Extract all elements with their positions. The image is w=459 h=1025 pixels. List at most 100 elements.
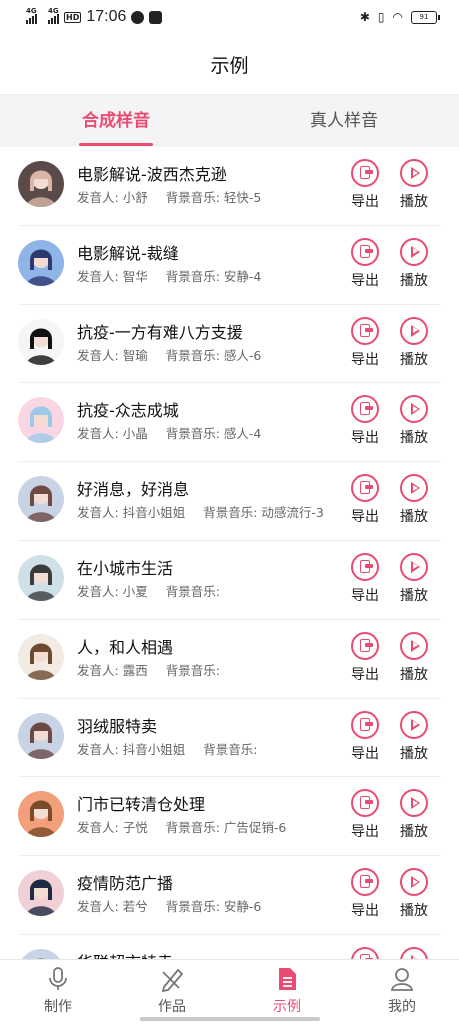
sample-list[interactable]: 电影解说-波西杰克逊 发音人: 小舒 背景音乐: 轻快-5 导出 播放 电影解说… xyxy=(0,147,459,959)
tab-real-samples[interactable]: 真人样音 xyxy=(292,95,396,147)
play-button[interactable]: 播放 xyxy=(392,474,436,526)
music-name: 感人-6 xyxy=(224,348,261,363)
play-label: 播放 xyxy=(392,191,436,211)
play-button[interactable]: 播放 xyxy=(392,947,436,959)
export-button[interactable]: 导出 xyxy=(343,474,387,526)
list-item[interactable]: 好消息，好消息 发音人: 抖音小姐姐 背景音乐: 动感流行-3 导出 播放 xyxy=(18,462,441,541)
play-button[interactable]: 播放 xyxy=(392,553,436,605)
music-label: 背景音乐: xyxy=(166,426,220,441)
item-title: 华联超市特卖 xyxy=(77,949,173,959)
export-label: 导出 xyxy=(343,270,387,290)
music-name: 安静-6 xyxy=(224,899,261,914)
play-button[interactable]: 播放 xyxy=(392,238,436,290)
list-item[interactable]: 华联超市特卖 发音人: 背景音乐: 导出 播放 xyxy=(18,935,441,959)
list-item[interactable]: 在小城市生活 发音人: 小夏 背景音乐: 导出 播放 xyxy=(18,541,441,620)
play-label: 播放 xyxy=(392,270,436,290)
play-button[interactable]: 播放 xyxy=(392,868,436,920)
play-button[interactable]: 播放 xyxy=(392,711,436,763)
export-label: 导出 xyxy=(343,427,387,447)
export-button[interactable]: 导出 xyxy=(343,711,387,763)
network-type-2: 4G xyxy=(48,7,59,15)
avatar xyxy=(18,397,64,443)
item-subtitle: 发音人: 抖音小姐姐 背景音乐: 动感流行-3 xyxy=(77,502,337,521)
play-icon xyxy=(400,947,428,959)
play-button[interactable]: 播放 xyxy=(392,632,436,684)
export-icon xyxy=(351,632,379,660)
avatar xyxy=(18,791,64,837)
item-title: 门市已转清仓处理 xyxy=(77,791,205,815)
nav-item-examples[interactable]: 示例 xyxy=(247,966,327,1016)
item-title: 人，和人相遇 xyxy=(77,634,173,658)
export-button[interactable]: 导出 xyxy=(343,395,387,447)
nav-label-examples: 示例 xyxy=(247,996,327,1016)
list-item[interactable]: 抗疫-众志成城 发音人: 小晶 背景音乐: 感人-4 导出 播放 xyxy=(18,383,441,462)
export-button[interactable]: 导出 xyxy=(343,789,387,841)
list-item[interactable]: 抗疫-一方有难八方支援 发音人: 智瑜 背景音乐: 感人-6 导出 播放 xyxy=(18,305,441,384)
item-title: 电影解说-裁缝 xyxy=(77,240,179,264)
speaker-label: 发音人: xyxy=(77,505,119,520)
play-button[interactable]: 播放 xyxy=(392,395,436,447)
item-title: 电影解说-波西杰克逊 xyxy=(77,161,227,185)
play-button[interactable]: 播放 xyxy=(392,789,436,841)
item-title: 好消息，好消息 xyxy=(77,476,189,500)
play-label: 播放 xyxy=(392,585,436,605)
user-profile-icon xyxy=(389,966,415,992)
item-subtitle: 发音人: 抖音小姐姐 背景音乐: xyxy=(77,739,337,758)
export-icon xyxy=(351,317,379,345)
play-label: 播放 xyxy=(392,900,436,920)
page-title: 示例 xyxy=(0,34,459,95)
avatar xyxy=(18,476,64,522)
play-icon xyxy=(400,553,428,581)
export-button[interactable]: 导出 xyxy=(343,317,387,369)
play-label: 播放 xyxy=(392,349,436,369)
bluetooth-icon: ✱ xyxy=(360,10,370,24)
nav-item-works[interactable]: 作品 xyxy=(132,966,212,1016)
play-icon xyxy=(400,789,428,817)
export-icon xyxy=(351,947,379,959)
signal-icon: 4G xyxy=(26,10,37,24)
speaker-label: 发音人: xyxy=(77,426,119,441)
nav-item-mine[interactable]: 我的 xyxy=(362,966,442,1016)
speaker-name: 抖音小姐姐 xyxy=(123,742,186,757)
export-button[interactable]: 导出 xyxy=(343,868,387,920)
avatar xyxy=(18,161,64,207)
list-item[interactable]: 羽绒服特卖 发音人: 抖音小姐姐 背景音乐: 导出 播放 xyxy=(18,699,441,778)
music-label: 背景音乐: xyxy=(166,820,220,835)
export-button[interactable]: 导出 xyxy=(343,238,387,290)
play-icon xyxy=(400,317,428,345)
export-icon xyxy=(351,474,379,502)
list-item[interactable]: 人，和人相遇 发音人: 露西 背景音乐: 导出 播放 xyxy=(18,620,441,699)
item-title: 在小城市生活 xyxy=(77,555,173,579)
play-button[interactable]: 播放 xyxy=(392,317,436,369)
music-label: 背景音乐: xyxy=(166,899,220,914)
play-icon xyxy=(400,868,428,896)
export-button[interactable]: 导出 xyxy=(343,159,387,211)
play-label: 播放 xyxy=(392,427,436,447)
message-icon xyxy=(131,11,144,24)
nav-item-make[interactable]: 制作 xyxy=(18,966,98,1016)
music-label: 背景音乐: xyxy=(203,742,257,757)
list-item[interactable]: 疫情防范广播 发音人: 若兮 背景音乐: 安静-6 导出 播放 xyxy=(18,856,441,935)
export-label: 导出 xyxy=(343,349,387,369)
list-item[interactable]: 电影解说-裁缝 发音人: 智华 背景音乐: 安静-4 导出 播放 xyxy=(18,226,441,305)
music-label: 背景音乐: xyxy=(166,584,220,599)
export-label: 导出 xyxy=(343,585,387,605)
export-icon xyxy=(351,711,379,739)
export-button[interactable]: 导出 xyxy=(343,553,387,605)
speaker-label: 发音人: xyxy=(77,190,119,205)
speaker-name: 若兮 xyxy=(123,899,148,914)
microphone-icon xyxy=(45,966,71,992)
notification-icon xyxy=(149,11,162,24)
item-subtitle: 发音人: 智华 背景音乐: 安静-4 xyxy=(77,266,337,285)
clock: 17:06 xyxy=(86,8,126,26)
play-button[interactable]: 播放 xyxy=(392,159,436,211)
list-item[interactable]: 门市已转清仓处理 发音人: 子悦 背景音乐: 广告促销-6 导出 播放 xyxy=(18,777,441,856)
avatar xyxy=(18,713,64,759)
tab-synthetic-samples[interactable]: 合成样音 xyxy=(64,95,168,147)
speaker-name: 抖音小姐姐 xyxy=(123,505,186,520)
export-icon xyxy=(351,238,379,266)
play-icon xyxy=(400,238,428,266)
export-button[interactable]: 导出 xyxy=(343,947,387,959)
list-item[interactable]: 电影解说-波西杰克逊 发音人: 小舒 背景音乐: 轻快-5 导出 播放 xyxy=(18,147,441,226)
export-button[interactable]: 导出 xyxy=(343,632,387,684)
